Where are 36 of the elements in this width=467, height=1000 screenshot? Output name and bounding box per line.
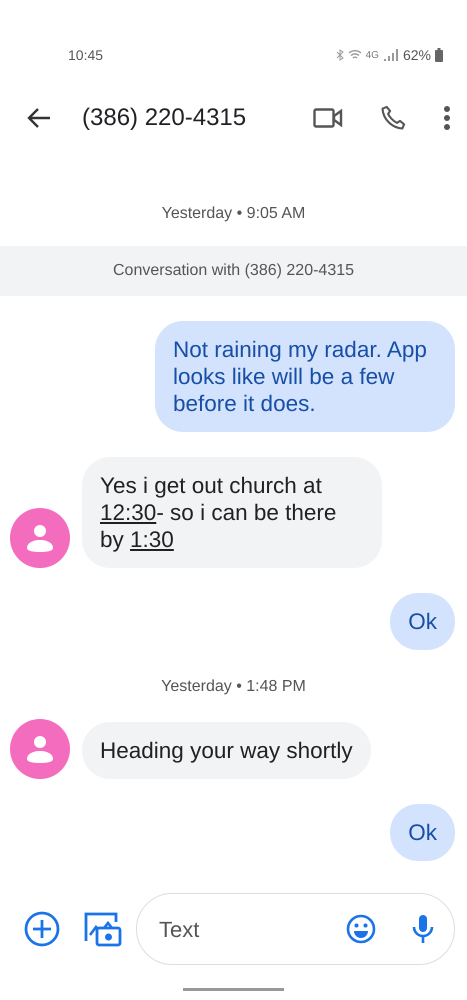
- conversation-banner: Conversation with (386) 220-4315: [0, 246, 467, 296]
- clock-text: 10:45: [68, 46, 104, 64]
- time-link[interactable]: 12:30: [100, 500, 156, 525]
- more-options-button[interactable]: [443, 105, 451, 131]
- back-button[interactable]: [26, 107, 52, 129]
- more-icon: [443, 105, 451, 131]
- bluetooth-icon: [336, 49, 344, 61]
- time-link[interactable]: 1:30: [130, 527, 174, 552]
- message-input-field[interactable]: Text: [157, 912, 297, 946]
- avatar-icon: [10, 508, 70, 568]
- call-button[interactable]: [379, 104, 407, 132]
- message-bubble: Yes i get out church at 12:30- so i can be there by 1:30: [82, 457, 382, 568]
- timestamp-text: Yesterday • 1:48 PM: [160, 677, 307, 697]
- network-text: 4G: [366, 48, 379, 62]
- avatar-icon: [10, 719, 70, 779]
- smiley-icon: [346, 914, 376, 944]
- timestamp-text: Yesterday • 9:05 AM: [160, 204, 306, 224]
- video-camera-icon: [313, 108, 343, 128]
- signal-icon: [382, 48, 399, 62]
- gallery-button[interactable]: [84, 911, 122, 947]
- voice-button[interactable]: [412, 914, 434, 944]
- add-button[interactable]: [24, 911, 60, 947]
- battery-icon: [435, 48, 443, 62]
- plus-icon: [24, 911, 60, 947]
- back-icon: [26, 107, 52, 129]
- message-bubble: Not raining my radar. App looks like will be a few before it does.: [155, 321, 455, 432]
- video-call-button[interactable]: [313, 108, 343, 128]
- phone-icon: [379, 104, 407, 132]
- contact-title: (386) 220-4315: [82, 103, 246, 133]
- microphone-icon: [412, 914, 434, 944]
- emoji-button[interactable]: [346, 914, 376, 944]
- gallery-camera-icon: [84, 911, 122, 947]
- battery-text: 62%: [402, 46, 431, 64]
- message-bubble: Heading your way shortly: [82, 722, 371, 779]
- message-bubble: Ok: [390, 593, 455, 650]
- message-bubble: Ok: [390, 804, 455, 861]
